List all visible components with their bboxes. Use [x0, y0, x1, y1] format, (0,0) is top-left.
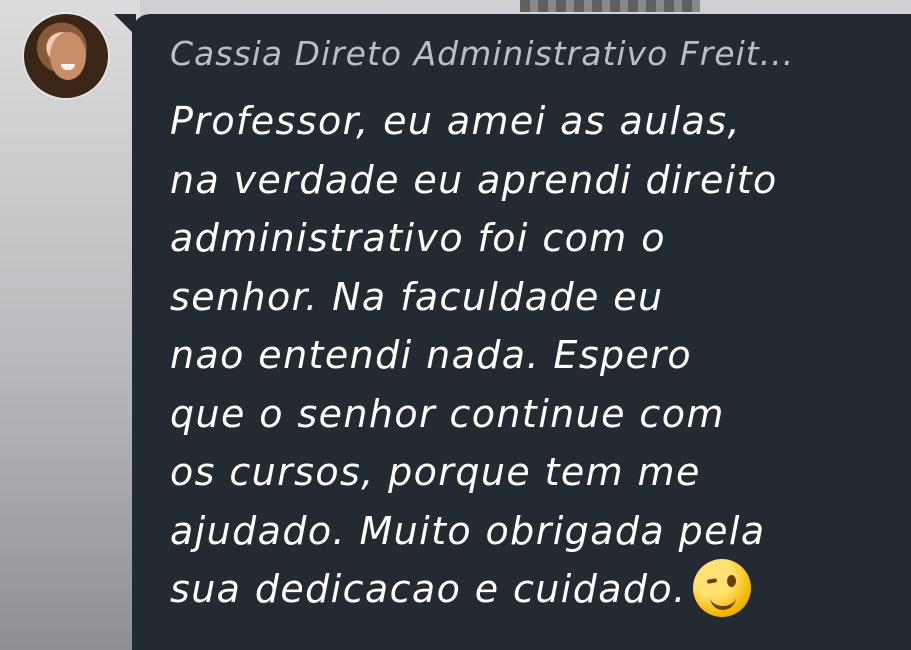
- message-text: Professor, eu amei as aulas, na verdade …: [170, 92, 870, 621]
- avatar-face: [50, 32, 86, 80]
- emoji-mouth: [709, 594, 736, 610]
- winking-face-emoji-icon: [692, 558, 751, 617]
- message-line: os cursos, porque tem me: [170, 450, 701, 494]
- message-line: administrativo foi com o: [170, 216, 666, 260]
- message-line: na verdade eu aprendi direito: [170, 157, 778, 202]
- sender-avatar[interactable]: [24, 14, 108, 98]
- message-line: que o senhor continue com: [170, 391, 725, 436]
- message-line: Professor, eu amei as aulas,: [170, 99, 741, 143]
- sender-name[interactable]: Cassia Direto Administrativo Freit...: [170, 34, 890, 74]
- message-line: sua dedicacao e cuidado.: [170, 567, 687, 611]
- background-top-edge: [520, 0, 700, 12]
- emoji-eye-right: [726, 574, 736, 587]
- message-line: nao entendi nada. Espero: [170, 333, 692, 377]
- emoji-eye-left: [706, 577, 717, 584]
- message-line: senhor. Na faculdade eu: [170, 274, 664, 319]
- message-last-line: sua dedicacao e cuidado.: [170, 558, 870, 621]
- message-line: ajudado. Muito obrigada pela: [170, 508, 766, 553]
